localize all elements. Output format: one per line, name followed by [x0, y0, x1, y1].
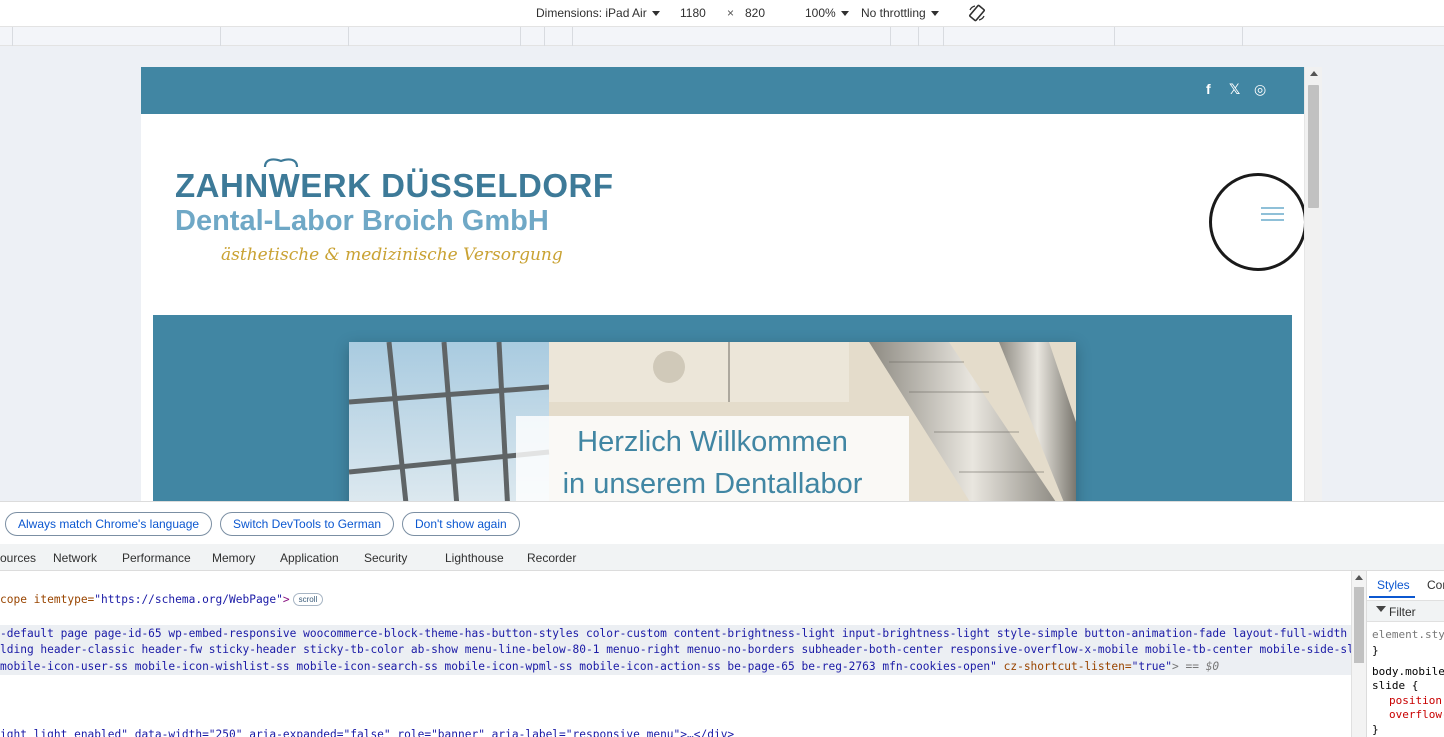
logo-subtitle: Dental-Labor Broich GmbH — [175, 205, 549, 237]
highlight-circle — [1209, 173, 1307, 271]
chevron-down-icon — [840, 11, 849, 16]
chevron-down-icon — [930, 11, 939, 16]
throttling-label: No throttling — [861, 6, 926, 20]
hero-section: Herzlich Willkommen in unserem Dentallab… — [153, 315, 1292, 501]
scroll-thumb[interactable] — [1308, 85, 1319, 208]
dom-node-div[interactable]: ight light enabled" data-width="250" ari… — [0, 728, 734, 737]
dom-body-class-line3[interactable]: mobile-icon-user-ss mobile-icon-wishlist… — [0, 660, 1219, 673]
device-viewport: f 𝕏 ◎ ZAHNWERK DÜSSELDORF Dental-Labor B… — [0, 46, 1444, 501]
height-input[interactable]: 820 — [745, 6, 765, 20]
logo-title: ZAHNWERK DÜSSELDORF — [175, 167, 614, 204]
media-query-ruler — [0, 27, 1444, 46]
always-match-language-button[interactable]: Always match Chrome's language — [5, 512, 213, 536]
attr-name: cz-shortcut-listen= — [1003, 660, 1132, 673]
device-toolbar: Dimensions: iPad Air 1180 × 820 100% No … — [0, 0, 1444, 27]
styles-panel: Styles Cor Filter element.sty } body.mob… — [1366, 571, 1444, 737]
filter-input[interactable]: Filter — [1389, 605, 1416, 619]
css-property-position[interactable]: position — [1389, 694, 1442, 707]
rule-selector-cont: slide { — [1372, 679, 1419, 692]
tab-network[interactable]: Network — [53, 551, 97, 565]
hamburger-menu-icon[interactable] — [1261, 207, 1284, 222]
tab-recorder[interactable]: Recorder — [527, 551, 576, 565]
page-frame: f 𝕏 ◎ ZAHNWERK DÜSSELDORF Dental-Labor B… — [141, 67, 1322, 501]
rule-selector[interactable]: body.mobile — [1372, 665, 1444, 678]
welcome-box: Herzlich Willkommen in unserem Dentallab… — [516, 416, 909, 501]
devtools-tab-bar: ources Network Performance Memory Applic… — [0, 544, 1444, 571]
x-icon[interactable]: 𝕏 — [1229, 81, 1240, 98]
facebook-icon[interactable]: f — [1206, 81, 1211, 97]
filter-icon — [1376, 606, 1386, 612]
logo-tagline: ästhetische & medizinische Versorgung — [221, 245, 563, 265]
scroll-thumb[interactable] — [1354, 587, 1364, 663]
throttling-dropdown[interactable]: No throttling — [861, 6, 939, 20]
dimension-separator: × — [727, 6, 735, 20]
page-scrollbar[interactable] — [1304, 67, 1322, 501]
width-input[interactable]: 1180 — [680, 6, 706, 20]
node-reference: > == $0 — [1172, 660, 1220, 673]
welcome-heading-line2: in unserem Dentallabor — [562, 468, 863, 500]
switch-devtools-german-button[interactable]: Switch DevTools to German — [220, 512, 395, 536]
css-property-overflow[interactable]: overflow- — [1389, 708, 1444, 721]
dom-body-class-line2[interactable]: lding header-classic header-fw sticky-he… — [0, 643, 1351, 656]
elements-scrollbar[interactable] — [1351, 571, 1366, 737]
tab-security[interactable]: Security — [364, 551, 407, 565]
dont-show-again-button[interactable]: Don't show again — [402, 512, 520, 536]
elements-panel: cope itemtype="https://schema.org/WebPag… — [0, 571, 1351, 737]
dimensions-label: Dimensions: iPad Air — [536, 6, 647, 20]
rule-close-brace: } — [1372, 723, 1379, 736]
top-bar: f 𝕏 ◎ — [141, 67, 1304, 114]
styles-filter[interactable]: Filter — [1367, 600, 1444, 622]
scroll-up-icon[interactable] — [1310, 71, 1318, 76]
rotate-icon[interactable] — [968, 4, 986, 25]
tab-memory[interactable]: Memory — [212, 551, 255, 565]
hero-banner-image: Herzlich Willkommen in unserem Dentallab… — [349, 342, 1076, 501]
attr-value: mobile-icon-user-ss mobile-icon-wishlist… — [0, 660, 997, 673]
chevron-down-icon — [651, 11, 660, 16]
attr-value: "true" — [1131, 660, 1173, 673]
tag-bracket: > — [282, 593, 290, 606]
tab-styles[interactable]: Styles — [1377, 578, 1410, 592]
attr-value: "https://schema.org/WebPage" — [94, 593, 283, 606]
active-tab-indicator — [1369, 596, 1415, 598]
zoom-label: 100% — [805, 6, 836, 20]
rule-close-brace: } — [1372, 644, 1379, 657]
tab-lighthouse[interactable]: Lighthouse — [445, 551, 504, 565]
tab-application[interactable]: Application — [280, 551, 339, 565]
attr-name: cope itemtype= — [0, 593, 95, 606]
site-logo[interactable]: ZAHNWERK DÜSSELDORF Dental-Labor Broich … — [175, 158, 615, 271]
welcome-heading-line1: Herzlich Willkommen — [577, 426, 848, 458]
language-infobar: Always match Chrome's language Switch De… — [0, 501, 1444, 544]
instagram-icon[interactable]: ◎ — [1254, 81, 1266, 98]
tab-performance[interactable]: Performance — [122, 551, 191, 565]
tab-sources[interactable]: ources — [0, 551, 36, 565]
tab-computed[interactable]: Cor — [1427, 578, 1444, 592]
dom-body-class-line1[interactable]: -default page page-id-65 wp-embed-respon… — [0, 627, 1351, 640]
scroll-up-icon[interactable] — [1355, 575, 1363, 580]
dom-node-html[interactable]: cope itemtype="https://schema.org/WebPag… — [0, 593, 324, 606]
scroll-badge[interactable]: scroll — [292, 593, 324, 606]
zoom-dropdown[interactable]: 100% — [805, 6, 849, 20]
dimensions-dropdown[interactable]: Dimensions: iPad Air — [536, 6, 660, 20]
element-style-rule[interactable]: element.sty — [1372, 628, 1444, 641]
